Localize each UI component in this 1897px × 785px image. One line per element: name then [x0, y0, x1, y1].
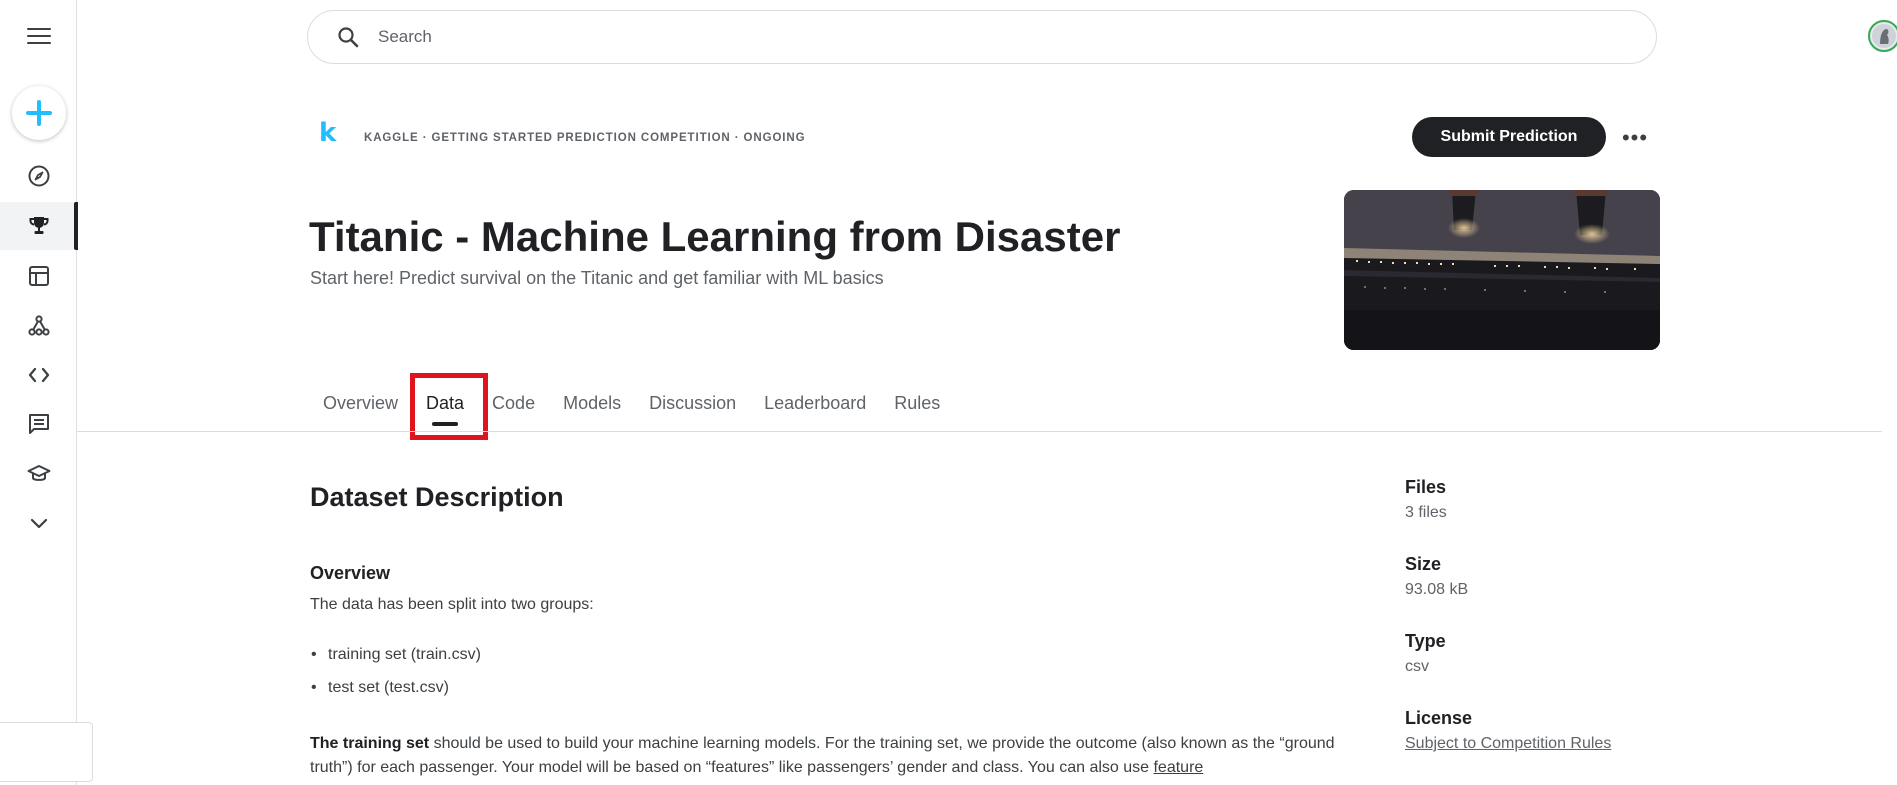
- search-bar[interactable]: [307, 10, 1657, 64]
- feature-link[interactable]: feature: [1153, 759, 1203, 776]
- page-title: Titanic - Machine Learning from Disaster: [309, 213, 1121, 260]
- search-input[interactable]: [378, 27, 1578, 47]
- training-set-bold: The training set: [310, 735, 430, 752]
- type-value: csv: [1405, 658, 1429, 675]
- nav-item-datasets[interactable]: [0, 252, 77, 300]
- submit-prediction-button[interactable]: Submit Prediction: [1412, 117, 1606, 157]
- more-icon: •••: [1621, 125, 1649, 150]
- user-avatar-icon: [1872, 24, 1896, 48]
- dataset-description-heading: Dataset Description: [310, 482, 564, 512]
- left-nav-rail: [0, 0, 93, 785]
- tabs-divider: [77, 431, 1882, 432]
- create-button[interactable]: [12, 86, 66, 140]
- nav-item-competitions[interactable]: [0, 202, 78, 250]
- size-label: Size: [1405, 554, 1442, 574]
- kaggle-logo[interactable]: k: [319, 118, 336, 148]
- nav-item-models[interactable]: [0, 302, 77, 350]
- files-label: Files: [1405, 477, 1447, 497]
- plus-icon: [26, 100, 52, 126]
- compass-icon: [28, 165, 49, 187]
- nav-item-code[interactable]: [0, 351, 77, 399]
- breadcrumb: KAGGLE · GETTING STARTED PREDICTION COMP…: [364, 132, 806, 144]
- files-value: 3 files: [1405, 504, 1447, 521]
- nav-item-more[interactable]: [0, 499, 77, 547]
- tab-code[interactable]: Code: [478, 380, 549, 430]
- tab-overview[interactable]: Overview: [309, 380, 412, 430]
- nav-item-discussions[interactable]: [0, 400, 77, 448]
- dataset-metadata: Files 3 files Size 93.08 kB Type csv Lic…: [1405, 477, 1665, 785]
- table-icon: [28, 266, 49, 286]
- competition-header-image: [1344, 190, 1660, 350]
- list-item: training set (train.csv): [310, 646, 481, 679]
- search-icon: [338, 27, 359, 48]
- tab-leaderboard[interactable]: Leaderboard: [750, 380, 880, 430]
- list-item: test set (test.csv): [310, 679, 481, 712]
- training-set-paragraph: The training set should be used to build…: [310, 732, 1350, 780]
- learn-icon: [27, 465, 50, 481]
- discussion-icon: [28, 414, 49, 434]
- data-tab-highlight-box: [410, 373, 488, 440]
- nav-item-learn[interactable]: [0, 450, 77, 498]
- size-value: 93.08 kB: [1405, 581, 1469, 598]
- titanic-ship-image: [1344, 190, 1660, 350]
- code-icon: [28, 367, 49, 383]
- tab-models[interactable]: Models: [549, 380, 635, 430]
- models-icon: [27, 315, 50, 336]
- license-label: License: [1405, 708, 1473, 728]
- competition-tabs: Overview Data Code Models Discussion Lea…: [309, 380, 954, 430]
- feedback-panel[interactable]: [0, 722, 93, 782]
- type-label: Type: [1405, 631, 1446, 651]
- file-list: training set (train.csv) test set (test.…: [310, 646, 481, 712]
- overview-heading: Overview: [310, 563, 391, 583]
- chevron-down-icon: [30, 518, 47, 529]
- menu-icon[interactable]: [27, 28, 51, 46]
- trophy-icon: [29, 217, 48, 234]
- tab-rules[interactable]: Rules: [880, 380, 954, 430]
- tab-discussion[interactable]: Discussion: [635, 380, 750, 430]
- nav-item-explore[interactable]: [0, 152, 77, 200]
- page-subtitle: Start here! Predict survival on the Tita…: [310, 268, 884, 288]
- license-link[interactable]: Subject to Competition Rules: [1405, 735, 1665, 753]
- intro-text: The data has been split into two groups:: [310, 596, 594, 613]
- avatar[interactable]: [1868, 20, 1897, 52]
- more-options-button[interactable]: •••: [1618, 121, 1652, 155]
